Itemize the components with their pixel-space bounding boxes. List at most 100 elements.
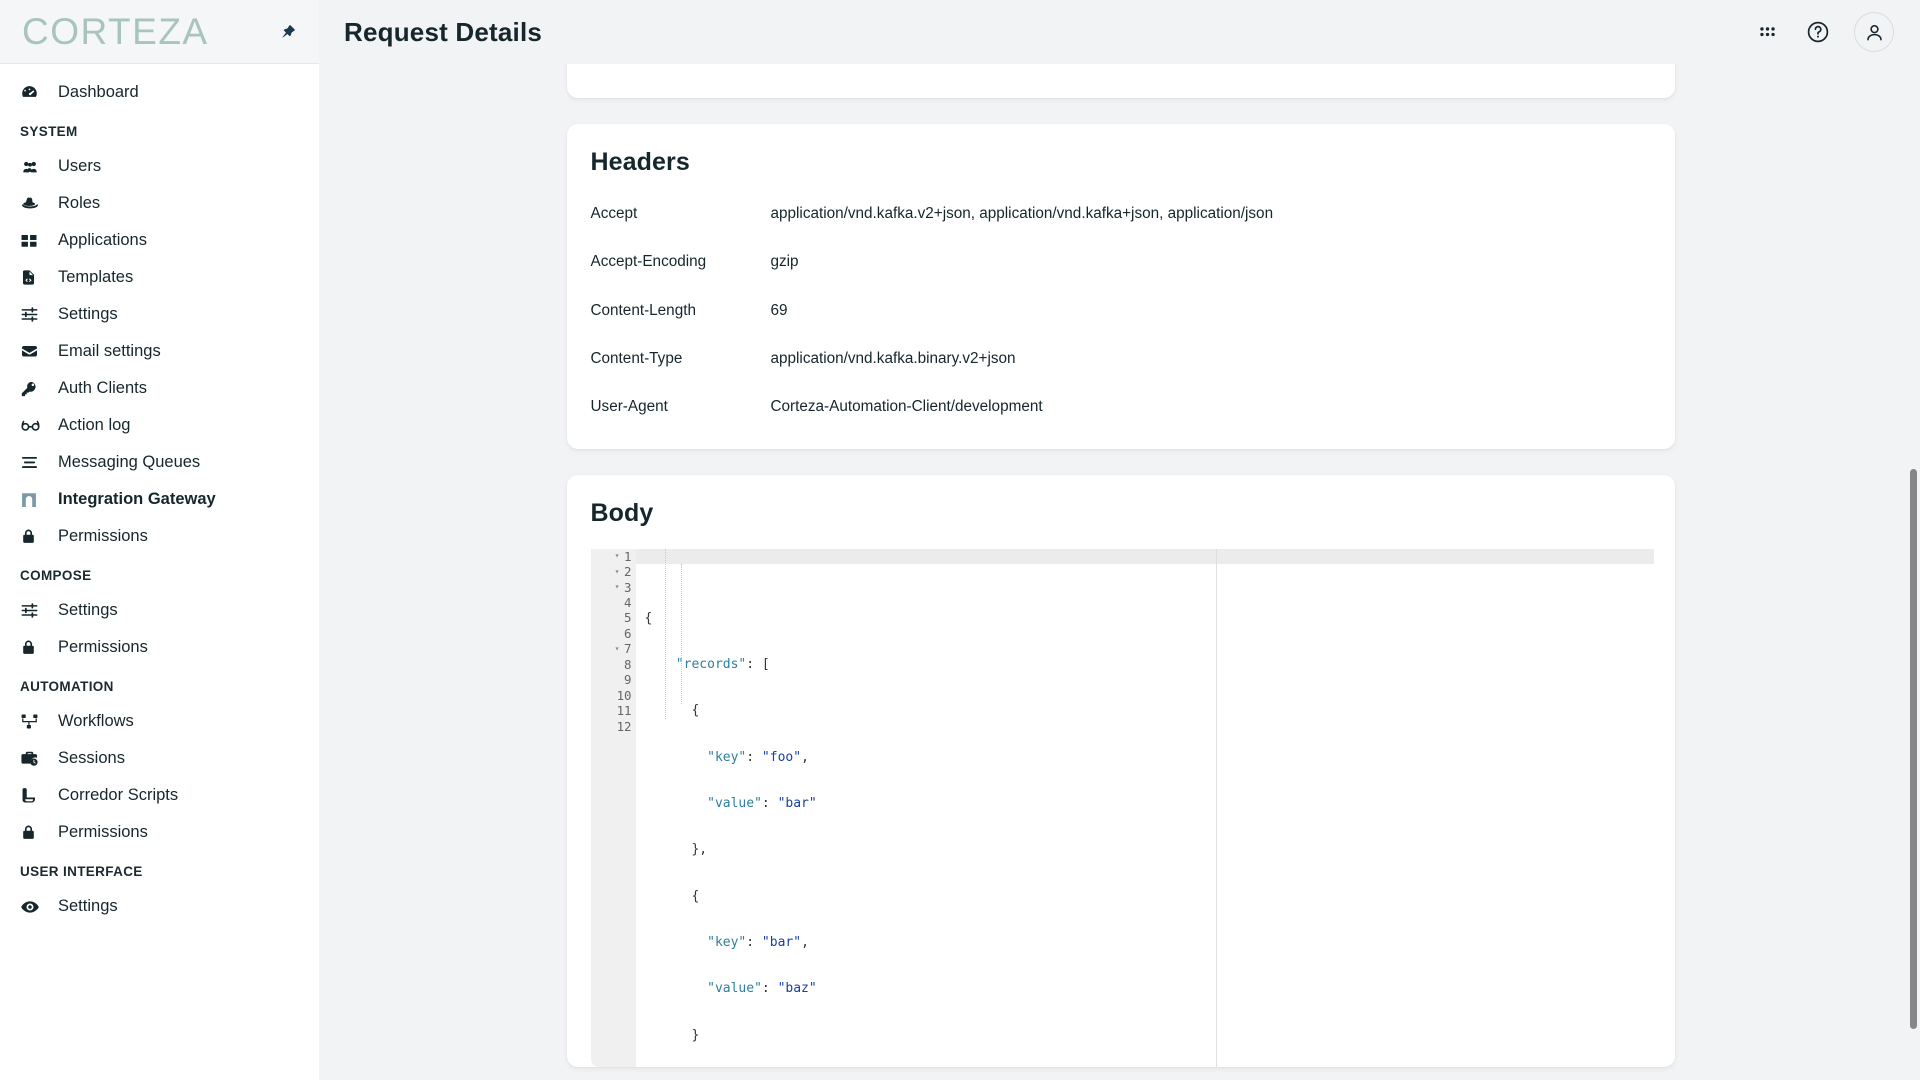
sidebar-item-workflows[interactable]: Workflows	[0, 703, 319, 740]
sidebar-item-label: Sessions	[58, 749, 125, 768]
code-line: "value": "bar"	[707, 795, 817, 811]
gutter-line: ▾5	[591, 610, 636, 625]
code-line: "key": "foo",	[707, 749, 809, 765]
gutter-line: ▾11	[591, 703, 636, 718]
header-value: Corteza-Automation-Client/development	[770, 398, 1043, 416]
sidebar-item-settings-system[interactable]: Settings	[0, 296, 319, 333]
stream-icon	[20, 453, 42, 473]
lock-icon	[20, 527, 42, 547]
code-line: }	[644, 1027, 700, 1043]
topbar-actions	[1752, 12, 1894, 52]
vertical-scrollbar-thumb[interactable]	[1910, 469, 1917, 1029]
header-row: Accept-Encoding gzip	[591, 253, 1651, 301]
sidebar-item-applications[interactable]: Applications	[0, 222, 319, 259]
header-value: application/vnd.kafka.binary.v2+json	[770, 350, 1016, 368]
line-number: 11	[616, 703, 632, 719]
line-number: 1	[624, 548, 632, 564]
editor-code-lines[interactable]: { "records": [ { "key": "foo", "value": …	[636, 548, 1654, 1067]
sidebar-item-label: Settings	[58, 305, 118, 324]
gutter-line: ▾ 2	[591, 564, 636, 579]
header-name: Accept-Encoding	[590, 253, 707, 271]
sidebar-item-sessions[interactable]: Sessions	[0, 740, 319, 777]
sidebar-item-permissions-compose[interactable]: Permissions	[0, 629, 319, 666]
help-circle-icon[interactable]	[1803, 17, 1833, 47]
sidebar-item-settings-ui[interactable]: Settings	[0, 888, 319, 925]
sidebar-item-email-settings[interactable]: Email settings	[0, 333, 319, 370]
pin-icon[interactable]	[275, 19, 301, 45]
header-name: Content-Type	[590, 350, 683, 368]
key-icon	[20, 379, 42, 399]
user-avatar-icon[interactable]	[1854, 12, 1894, 52]
previous-card-partial	[566, 64, 1675, 98]
fold-arrow-icon[interactable]: ▾	[613, 552, 621, 560]
sidebar-item-permissions-automation[interactable]: Permissions	[0, 814, 319, 851]
main-area: Request Details Headers Accept applicati…	[319, 0, 1920, 1080]
sidebar-item-action-log[interactable]: Action log	[0, 407, 319, 444]
header-row: Accept application/vnd.kafka.v2+json, ap…	[591, 205, 1651, 253]
editor-gutter[interactable]: ▾1 ▾2 ▾3 ▾4 ▾5 ▾6 ▾7 ▾8 ▾9 ▾10 ▾11 ▾12	[590, 548, 636, 1067]
envelope-icon	[20, 342, 42, 362]
indent-guide	[680, 563, 682, 704]
json-code-editor[interactable]: ▾1 ▾2 ▾3 ▾4 ▾5 ▾6 ▾7 ▾8 ▾9 ▾10 ▾11 ▾12	[590, 548, 1654, 1067]
sidebar-item-auth-clients[interactable]: Auth Clients	[0, 370, 319, 407]
gutter-line: ▾9	[591, 672, 636, 687]
header-value: application/vnd.kafka.v2+json, applicati…	[770, 205, 1274, 222]
headers-card: Headers Accept application/vnd.kafka.v2+…	[566, 124, 1675, 449]
fold-arrow-icon[interactable]: ▾	[613, 583, 621, 591]
eye-icon	[20, 897, 42, 917]
code-line: },	[644, 842, 708, 858]
sidebar-item-permissions-system[interactable]: Permissions	[0, 518, 319, 555]
sidebar-item-templates[interactable]: Templates	[0, 259, 319, 296]
corteza-logo[interactable]: CORTEZA	[22, 13, 275, 50]
page-title: Request Details	[344, 16, 543, 47]
code-line: "value": "baz"	[707, 981, 817, 997]
sidebar-item-users[interactable]: Users	[0, 148, 319, 185]
body-card-body: Body ▾1 ▾2 ▾3 ▾4 ▾5 ▾6 ▾7	[567, 475, 1675, 1067]
code-line: {	[644, 888, 700, 904]
gutter-line: ▾12	[591, 719, 636, 734]
sidebar-item-integration-gateway[interactable]: Integration Gateway	[0, 481, 319, 518]
sidebar-item-label: Permissions	[58, 638, 148, 657]
file-code-icon	[20, 268, 42, 288]
code-line: {	[644, 703, 700, 719]
line-number: 9	[624, 672, 632, 688]
sidebar-item-label: Templates	[58, 268, 134, 287]
sidebar-item-dashboard[interactable]: Dashboard	[0, 74, 319, 111]
sidebar-item-messaging-queues[interactable]: Messaging Queues	[0, 444, 319, 481]
sidebar-group-system: SYSTEM	[20, 124, 78, 139]
sidebar-logo-bar: CORTEZA	[0, 0, 319, 64]
gutter-line: ▾10	[591, 688, 636, 703]
code-line: "records": [	[675, 656, 770, 672]
line-number: 3	[624, 579, 632, 595]
gutter-line: ▾6	[591, 626, 636, 641]
fold-arrow-icon[interactable]: ▾	[613, 567, 621, 576]
sidebar-item-label: Permissions	[58, 527, 148, 546]
fold-arrow-icon[interactable]: ▾	[613, 645, 621, 653]
sidebar-item-label: Settings	[58, 897, 118, 916]
sidebar-item-label: Integration Gateway	[58, 490, 216, 509]
content-scroll-area[interactable]: Headers Accept application/vnd.kafka.v2+…	[319, 64, 1920, 1080]
dashboard-icon	[20, 83, 42, 103]
sliders-icon	[20, 305, 42, 325]
glasses-icon	[20, 416, 42, 436]
sidebar-item-label: Action log	[58, 416, 131, 435]
hat-icon	[20, 194, 42, 214]
header-row: User-Agent Corteza-Automation-Client/dev…	[591, 398, 1651, 438]
headers-card-body: Headers Accept application/vnd.kafka.v2+…	[567, 124, 1675, 449]
line-number: 5	[624, 610, 632, 626]
sidebar: CORTEZA Dashboard SYSTEM Users Roles App…	[0, 0, 319, 1080]
body-card: Body ▾1 ▾2 ▾3 ▾4 ▾5 ▾6 ▾7	[566, 474, 1675, 1067]
sidebar-item-corredor-scripts[interactable]: Corredor Scripts	[0, 777, 319, 814]
header-value: gzip	[770, 253, 799, 271]
apps-grid-icon[interactable]	[1752, 17, 1782, 47]
code-line: {	[644, 610, 653, 626]
code-line: "key": "bar",	[707, 934, 809, 950]
sidebar-item-label: Workflows	[58, 712, 134, 731]
header-name: Accept	[590, 205, 638, 222]
sidebar-item-roles[interactable]: Roles	[0, 185, 319, 222]
gutter-line: ▾ 1	[591, 549, 636, 564]
sidebar-item-settings-compose[interactable]: Settings	[0, 592, 319, 629]
sidebar-item-label: Auth Clients	[58, 379, 147, 398]
gutter-line: ▾4	[591, 595, 636, 610]
content-inner: Headers Accept application/vnd.kafka.v2+…	[565, 64, 1675, 1067]
